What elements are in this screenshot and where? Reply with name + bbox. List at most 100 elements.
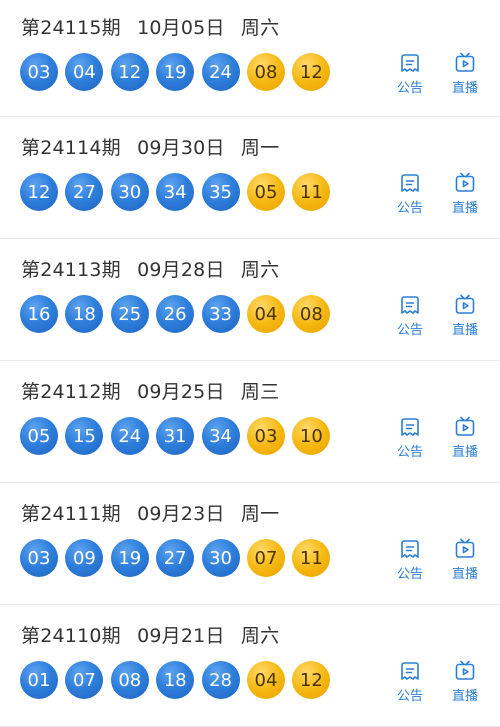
tv-play-icon — [455, 538, 475, 558]
notice-label: 公告 — [396, 323, 423, 338]
front-number-ball: 30 — [201, 539, 240, 577]
front-number-ball: 04 — [65, 53, 104, 91]
back-number-ball: 08 — [292, 295, 331, 333]
draw-date: 09月25日 — [137, 381, 225, 403]
front-number-ball: 30 — [110, 173, 149, 211]
live-button[interactable]: 直播 — [445, 171, 485, 216]
front-number-ball: 24 — [110, 417, 149, 455]
issue-number: 第24112期 — [21, 381, 121, 403]
front-number-ball: 26 — [156, 295, 195, 333]
notice-document-icon — [401, 174, 419, 192]
front-number-ball: 18 — [156, 661, 195, 699]
draw-weekday: 周三 — [240, 381, 280, 403]
front-number-ball: 34 — [201, 417, 240, 455]
front-number-ball: 24 — [201, 53, 240, 91]
notice-document-icon — [401, 54, 419, 72]
live-button[interactable]: 直播 — [445, 415, 485, 460]
notice-document-icon — [401, 418, 419, 436]
issue-number: 第24111期 — [21, 503, 121, 525]
draw-header: 第24111期 09月23日 周一 — [21, 499, 279, 526]
front-number-ball: 12 — [110, 53, 149, 91]
back-number-ball: 12 — [292, 53, 331, 91]
back-number-ball: 08 — [246, 53, 285, 91]
back-number-ball: 11 — [292, 539, 331, 577]
winning-numbers: 01 07 08 18 28 04 12 — [20, 661, 338, 699]
live-label: 直播 — [451, 445, 478, 460]
live-label: 直播 — [451, 201, 478, 216]
draw-date: 09月23日 — [137, 503, 225, 525]
draw-date: 09月21日 — [137, 625, 225, 647]
issue-number: 第24113期 — [21, 259, 121, 281]
tv-play-icon — [455, 660, 475, 680]
front-number-ball: 08 — [110, 661, 149, 699]
front-number-ball: 18 — [65, 295, 104, 333]
live-button[interactable]: 直播 — [445, 659, 485, 704]
draw-row[interactable]: 第24115期 10月05日 周六 03 04 12 19 24 08 12 公告 直播 — [0, 0, 500, 117]
back-number-ball: 04 — [246, 295, 285, 333]
notice-button[interactable]: 公告 — [390, 51, 430, 96]
draw-date: 10月05日 — [137, 17, 225, 39]
draw-weekday: 周六 — [240, 625, 280, 647]
winning-numbers: 16 18 25 26 33 04 08 — [20, 295, 338, 333]
front-number-ball: 01 — [20, 661, 58, 699]
notice-button[interactable]: 公告 — [390, 293, 430, 338]
draw-weekday: 周六 — [240, 259, 280, 281]
back-number-ball: 03 — [246, 417, 285, 455]
front-number-ball: 27 — [65, 173, 104, 211]
draw-row[interactable]: 第24113期 09月28日 周六 16 18 25 26 33 04 08 公告 直播 — [0, 239, 500, 361]
live-button[interactable]: 直播 — [445, 537, 485, 582]
issue-number: 第24114期 — [21, 137, 121, 159]
winning-numbers: 03 09 19 27 30 07 11 — [20, 539, 338, 577]
draw-weekday: 周六 — [240, 17, 280, 39]
live-label: 直播 — [451, 689, 478, 704]
draw-row[interactable]: 第24112期 09月25日 周三 05 15 24 31 34 03 10 公告 直播 — [0, 361, 500, 483]
notice-document-icon — [401, 540, 419, 558]
back-number-ball: 04 — [246, 661, 285, 699]
tv-play-icon — [455, 416, 475, 436]
notice-document-icon — [401, 296, 419, 314]
winning-numbers: 05 15 24 31 34 03 10 — [20, 417, 338, 455]
front-number-ball: 16 — [20, 295, 58, 333]
issue-number: 第24115期 — [21, 17, 121, 39]
front-number-ball: 12 — [20, 173, 58, 211]
draw-row[interactable]: 第24114期 09月30日 周一 12 27 30 34 35 05 11 公告 直播 — [0, 117, 500, 239]
front-number-ball: 03 — [20, 53, 58, 91]
live-button[interactable]: 直播 — [445, 293, 485, 338]
front-number-ball: 19 — [156, 53, 195, 91]
draw-date: 09月28日 — [137, 259, 225, 281]
notice-button[interactable]: 公告 — [390, 537, 430, 582]
draw-row[interactable]: 第24110期 09月21日 周六 01 07 08 18 28 04 12 公告 直播 — [0, 605, 500, 727]
front-number-ball: 33 — [201, 295, 240, 333]
back-number-ball: 07 — [246, 539, 285, 577]
front-number-ball: 31 — [156, 417, 195, 455]
front-number-ball: 28 — [201, 661, 240, 699]
notice-document-icon — [401, 662, 419, 680]
back-number-ball: 05 — [246, 173, 285, 211]
back-number-ball: 12 — [292, 661, 331, 699]
draw-header: 第24114期 09月30日 周一 — [21, 133, 279, 160]
front-number-ball: 15 — [65, 417, 104, 455]
front-number-ball: 03 — [20, 539, 58, 577]
notice-button[interactable]: 公告 — [390, 659, 430, 704]
winning-numbers: 03 04 12 19 24 08 12 — [20, 53, 338, 91]
notice-button[interactable]: 公告 — [390, 415, 430, 460]
draw-header: 第24110期 09月21日 周六 — [21, 621, 279, 648]
front-number-ball: 34 — [156, 173, 195, 211]
draw-row[interactable]: 第24111期 09月23日 周一 03 09 19 27 30 07 11 公告 直播 — [0, 483, 500, 605]
notice-label: 公告 — [396, 81, 423, 96]
live-button[interactable]: 直播 — [445, 51, 485, 96]
draw-header: 第24112期 09月25日 周三 — [21, 377, 279, 404]
back-number-ball: 10 — [292, 417, 331, 455]
live-label: 直播 — [451, 567, 478, 582]
draw-weekday: 周一 — [240, 503, 280, 525]
front-number-ball: 27 — [156, 539, 195, 577]
draw-weekday: 周一 — [240, 137, 280, 159]
tv-play-icon — [455, 172, 475, 192]
winning-numbers: 12 27 30 34 35 05 11 — [20, 173, 338, 211]
notice-button[interactable]: 公告 — [390, 171, 430, 216]
tv-play-icon — [455, 294, 475, 314]
issue-number: 第24110期 — [21, 625, 121, 647]
front-number-ball: 09 — [65, 539, 104, 577]
notice-label: 公告 — [396, 201, 423, 216]
front-number-ball: 35 — [201, 173, 240, 211]
